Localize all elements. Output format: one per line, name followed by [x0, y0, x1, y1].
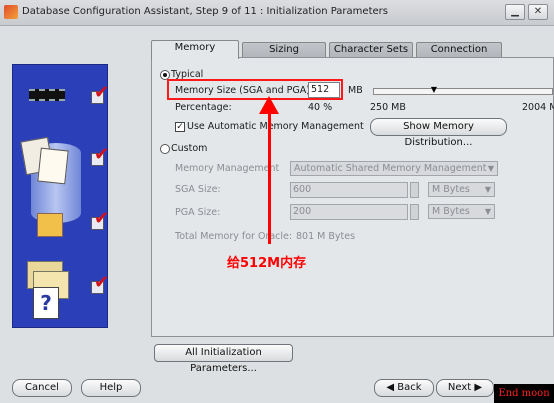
percentage-label: Percentage:	[175, 102, 232, 113]
slider-min-label: 250 MB	[370, 102, 406, 113]
memory-chip-icon	[29, 89, 65, 101]
memory-management-label: Memory Management	[175, 163, 280, 174]
back-icon: ◀	[386, 382, 398, 393]
title-bar: Database Configuration Assistant, Step 9…	[0, 0, 554, 26]
memory-management-select[interactable]: Automatic Shared Memory Management ▼	[290, 161, 498, 176]
show-memory-distribution-button[interactable]: Show Memory Distribution...	[370, 118, 507, 148]
memory-management-value: Automatic Shared Memory Management	[294, 163, 487, 174]
sga-unit-value: M Bytes	[432, 184, 470, 195]
step-complete-check-icon: ✔	[91, 209, 117, 233]
shapes-icon	[37, 213, 63, 237]
help-button[interactable]: Help	[81, 379, 141, 397]
back-label: Back	[397, 382, 422, 393]
memory-slider-track[interactable]	[373, 88, 553, 95]
next-button[interactable]: Next ▶	[436, 379, 494, 397]
annotation-highlight-box	[167, 79, 343, 100]
all-initialization-parameters-button[interactable]: All Initialization Parameters...	[154, 344, 293, 374]
back-button[interactable]: ◀ Back	[374, 379, 434, 397]
percentage-value: 40 %	[308, 102, 333, 113]
watermark: End moon	[494, 384, 554, 403]
pga-unit-select[interactable]: M Bytes ▼	[428, 204, 495, 219]
pga-size-label: PGA Size:	[175, 207, 221, 218]
memory-unit-label: MB	[348, 85, 363, 96]
tab-sizing[interactable]: Sizing	[242, 42, 326, 58]
step-complete-check-icon: ✔	[91, 83, 117, 107]
dbca-window: Database Configuration Assistant, Step 9…	[0, 0, 554, 403]
close-button[interactable]: ✕	[528, 4, 548, 20]
next-label: Next	[447, 382, 472, 393]
use-amm-checkbox[interactable]: ✓	[175, 122, 185, 132]
pga-unit-value: M Bytes	[432, 206, 470, 217]
question-document-icon: ?	[33, 287, 59, 319]
cancel-button[interactable]: Cancel	[12, 379, 72, 397]
sga-size-label: SGA Size:	[175, 184, 221, 195]
step-complete-check-icon: ✔	[91, 273, 117, 297]
pga-size-spinner[interactable]	[410, 204, 419, 220]
chevron-down-icon: ▼	[487, 164, 494, 173]
chevron-down-icon: ▼	[484, 185, 491, 194]
annotation-text: 给512M内存	[227, 256, 307, 271]
wizard-illustration-panel: ? ✔ ✔ ✔ ✔	[12, 64, 109, 328]
custom-radio[interactable]	[160, 144, 170, 154]
total-memory-label: Total Memory for Oracle:	[175, 231, 293, 242]
memory-slider-thumb[interactable]: ▼	[428, 86, 440, 94]
tab-memory[interactable]: Memory	[151, 40, 239, 59]
slider-max-label: 2004 M	[522, 102, 554, 113]
pga-size-input[interactable]: 200	[290, 204, 408, 220]
window-title: Database Configuration Assistant, Step 9…	[22, 6, 388, 17]
tab-character-sets[interactable]: Character Sets	[329, 42, 413, 58]
sga-size-spinner[interactable]	[410, 182, 419, 198]
sga-size-input[interactable]: 600	[290, 182, 408, 198]
minimize-button[interactable]: ▁	[505, 4, 525, 20]
next-icon: ▶	[471, 382, 483, 393]
use-amm-label: Use Automatic Memory Management	[187, 121, 364, 132]
custom-label: Custom	[171, 143, 208, 154]
step-complete-check-icon: ✔	[91, 145, 117, 169]
tab-connection-mode[interactable]: Connection Mode	[416, 42, 502, 69]
total-memory-value: 801 M Bytes	[296, 231, 356, 242]
app-icon	[4, 5, 18, 19]
sga-unit-select[interactable]: M Bytes ▼	[428, 182, 495, 197]
annotation-arrow-shaft	[268, 112, 271, 244]
chevron-down-icon: ▼	[484, 207, 491, 216]
document-icon	[37, 147, 69, 185]
